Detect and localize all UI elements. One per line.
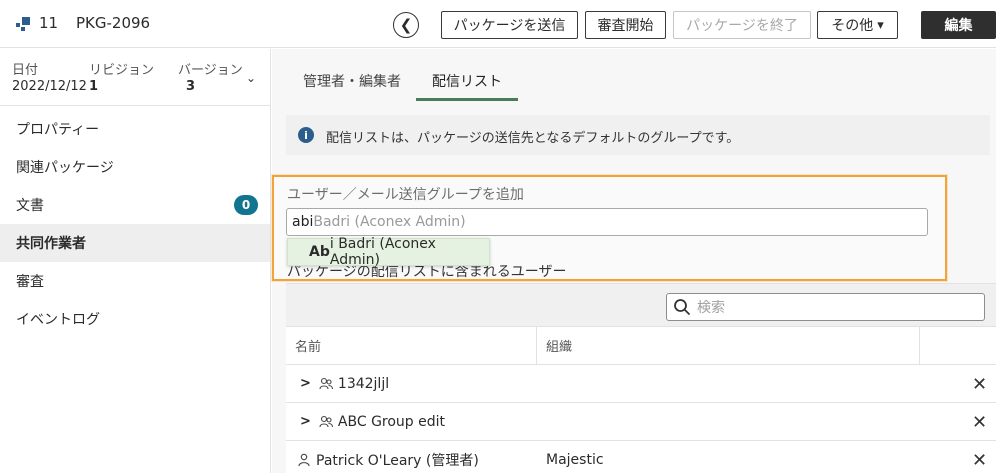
tab-distribution-list[interactable]: 配信リスト xyxy=(416,71,518,101)
user-icon xyxy=(298,453,310,466)
edit-button[interactable]: 編集 xyxy=(921,11,996,39)
group-icon xyxy=(319,377,333,389)
info-text: 配信リストは、パッケージの送信先となるデフォルトのグループです。 xyxy=(326,131,740,146)
more-label: その他 xyxy=(831,18,874,34)
row-organization: Majestic xyxy=(546,451,604,468)
send-package-label: パッケージを送信 xyxy=(453,18,566,34)
remove-icon[interactable]: ✕ xyxy=(972,374,987,395)
tab-label: 管理者・編集者 xyxy=(303,74,401,90)
row-name: Patrick O'Leary (管理者) xyxy=(316,452,479,469)
remove-icon[interactable]: ✕ xyxy=(972,450,987,471)
chevron-left-icon: ❮ xyxy=(399,16,413,34)
row-name-cell: Patrick O'Leary (管理者) xyxy=(298,450,479,470)
row-name-cell: > 1342jljl xyxy=(300,376,389,392)
version-value: 3 xyxy=(186,79,196,94)
sidebar-item-label: 共同作業者 xyxy=(16,236,86,252)
table-toolbar: 検索 xyxy=(286,284,996,327)
edit-label: 編集 xyxy=(944,18,973,34)
autocomplete-suggestion[interactable]: Ab i Badri (Aconex Admin) xyxy=(287,236,490,268)
tab-admins-editors[interactable]: 管理者・編集者 xyxy=(302,71,402,101)
package-meta[interactable]: 日付 2022/12/12 リビジョン 1 バージョン 3 ⌄ xyxy=(0,49,270,106)
close-package-label: パッケージを終了 xyxy=(686,18,798,34)
row-name: ABC Group edit xyxy=(337,413,446,430)
column-header-label: 名前 xyxy=(295,340,322,355)
sidebar-item-label: イベントログ xyxy=(16,312,100,328)
package-count: 11 xyxy=(39,14,59,32)
date-value: 2022/12/12 xyxy=(12,79,87,94)
remove-icon[interactable]: ✕ xyxy=(972,412,987,433)
send-package-button[interactable]: パッケージを送信 xyxy=(441,11,578,39)
info-icon: i xyxy=(298,127,314,143)
info-banner: i 配信リストは、パッケージの送信先となるデフォルトのグループです。 xyxy=(286,115,990,155)
autocomplete-hint: Badri (Aconex Admin) xyxy=(313,214,466,230)
revision-label: リビジョン xyxy=(89,63,155,78)
column-header-label: 組織 xyxy=(546,340,573,355)
back-button[interactable]: ❮ xyxy=(393,12,419,38)
chevron-down-icon[interactable]: ⌄ xyxy=(246,71,256,85)
package-id: PKG-2096 xyxy=(76,14,151,32)
typed-text: abi xyxy=(292,214,314,230)
sidebar-item-event-log[interactable]: イベントログ xyxy=(0,300,270,338)
chevron-right-icon[interactable]: > xyxy=(300,376,311,391)
start-review-label: 審査開始 xyxy=(597,18,654,34)
main-panel: 管理者・編集者 配信リスト i 配信リストは、パッケージの送信先となるデフォルト… xyxy=(272,49,996,473)
search-placeholder: 検索 xyxy=(697,300,725,316)
sidebar-item-label: 審査 xyxy=(16,274,44,290)
table-row: > ABC Group edit ✕ xyxy=(286,403,996,441)
chevron-down-icon: ▾ xyxy=(877,17,884,33)
add-recipient-input[interactable]: abi Badri (Aconex Admin) xyxy=(286,208,928,236)
column-header-organization[interactable]: 組織 xyxy=(537,327,920,364)
revision-value: 1 xyxy=(89,79,99,94)
group-icon xyxy=(319,415,333,427)
suggestion-match: Ab xyxy=(309,244,330,260)
sidebar-item-label: 文書 xyxy=(16,198,44,214)
table-row: Patrick O'Leary (管理者) Majestic ✕ xyxy=(286,441,996,473)
column-header-name[interactable]: 名前 xyxy=(286,327,537,364)
search-input[interactable]: 検索 xyxy=(666,293,985,321)
add-recipient-section: ユーザー／メール送信グループを追加 パッケージの配信リストに含まれるユーザー a… xyxy=(272,175,947,281)
sidebar-item-collaborators[interactable]: 共同作業者 xyxy=(0,224,270,262)
sidebar-item-label: プロパティー xyxy=(16,122,100,138)
start-review-button[interactable]: 審査開始 xyxy=(585,11,666,39)
sidebar-item-label: 関連パッケージ xyxy=(16,160,114,176)
sidebar-item-properties[interactable]: プロパティー xyxy=(0,110,270,148)
more-button[interactable]: その他 ▾ xyxy=(817,11,898,39)
tab-bar: 管理者・編集者 配信リスト xyxy=(272,49,996,101)
sidebar-item-documents[interactable]: 文書 0 xyxy=(0,186,270,224)
date-label: 日付 xyxy=(12,63,39,78)
table-row: > 1342jljl ✕ xyxy=(286,365,996,403)
header-bar: 11 PKG-2096 ❮ パッケージを送信 審査開始 パッケージを終了 その他… xyxy=(0,0,996,48)
close-package-button[interactable]: パッケージを終了 xyxy=(673,11,811,39)
search-icon xyxy=(674,299,691,316)
table-header: 名前 組織 xyxy=(286,327,996,365)
tab-label: 配信リスト xyxy=(432,74,502,90)
package-icon xyxy=(16,17,30,31)
row-name: 1342jljl xyxy=(337,375,390,392)
add-recipient-label: ユーザー／メール送信グループを追加 xyxy=(287,187,524,203)
sidebar-item-review[interactable]: 審査 xyxy=(0,262,270,300)
sidebar-item-related-packages[interactable]: 関連パッケージ xyxy=(0,148,270,186)
version-label: バージョン xyxy=(178,63,243,78)
sidebar: 日付 2022/12/12 リビジョン 1 バージョン 3 ⌄ プロパティー 関… xyxy=(0,49,271,473)
suggestion-rest: i Badri (Aconex Admin) xyxy=(329,236,436,268)
row-name-cell: > ABC Group edit xyxy=(300,414,445,430)
documents-count-badge: 0 xyxy=(234,195,258,215)
recipient-table: 検索 名前 組織 > 1342jljl ✕ > ABC Group edit ✕… xyxy=(286,283,996,473)
chevron-right-icon[interactable]: > xyxy=(300,414,311,429)
